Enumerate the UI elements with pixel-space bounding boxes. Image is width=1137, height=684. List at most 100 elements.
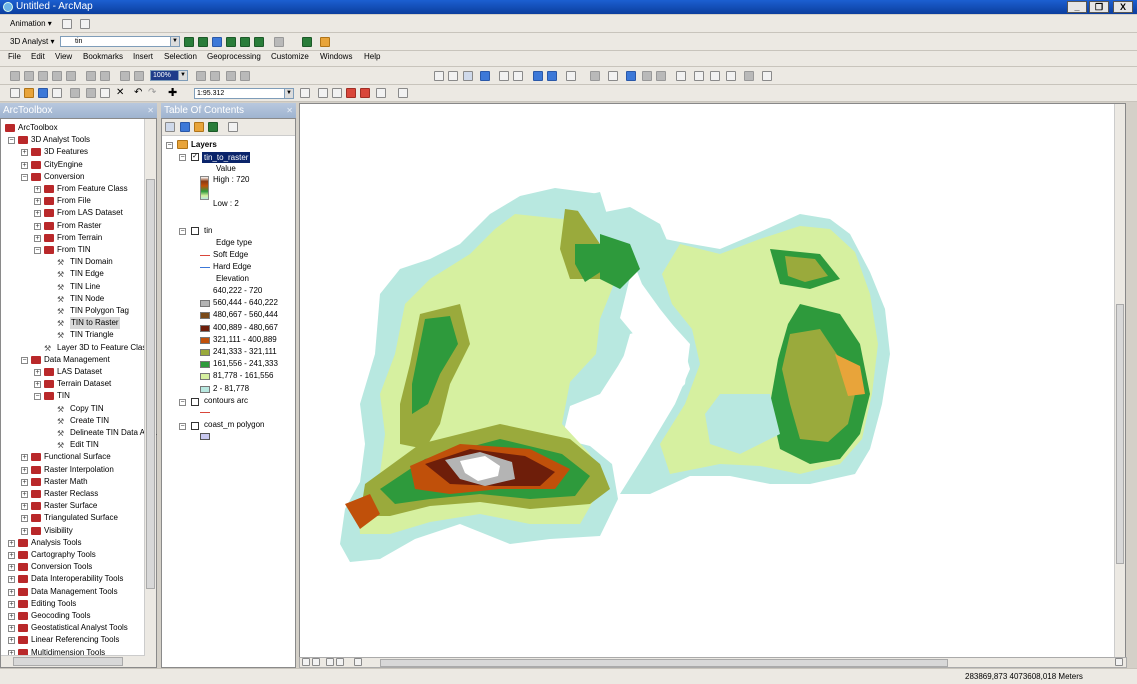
edit-annotation-icon[interactable] <box>38 71 48 81</box>
collapse-toggle[interactable]: − <box>21 356 28 364</box>
toolbox-item[interactable]: + Analysis Tools <box>1 537 145 549</box>
toolbox-item[interactable]: ⚒ TIN Line <box>1 281 145 293</box>
hyperlink-icon[interactable] <box>642 71 652 81</box>
arcscene-icon[interactable] <box>302 37 312 47</box>
3d-layer-select[interactable]: tin ▼ <box>60 36 180 47</box>
layout-zoom-icon[interactable] <box>196 71 206 81</box>
new-document-icon[interactable] <box>10 88 20 98</box>
collapse-toggle[interactable]: − <box>21 173 28 181</box>
close-icon[interactable]: ✕ <box>147 103 154 118</box>
find-icon[interactable] <box>694 71 704 81</box>
attributes-icon[interactable] <box>120 71 130 81</box>
zoom-out-icon[interactable] <box>448 71 458 81</box>
toolbox-item[interactable]: + From File <box>1 195 145 207</box>
menu-help[interactable]: Help <box>364 52 380 61</box>
expand-toggle[interactable]: + <box>8 625 15 633</box>
toolbox-item[interactable]: ⚒ Edit TIN <box>1 439 145 451</box>
expand-toggle[interactable]: + <box>21 515 28 523</box>
menu-windows[interactable]: Windows <box>320 52 352 61</box>
expand-toggle[interactable]: + <box>8 552 15 559</box>
tin-visibility-checkbox[interactable] <box>191 227 199 235</box>
layout-view-icon[interactable] <box>312 658 320 666</box>
toolbox-item[interactable]: + Linear Referencing Tools <box>1 634 145 646</box>
expand-toggle[interactable]: + <box>34 369 41 376</box>
steepest-path-icon[interactable] <box>198 37 208 47</box>
map-hscroll-thumb[interactable] <box>380 659 948 667</box>
toolbox-item[interactable]: + Terrain Dataset <box>1 378 145 390</box>
toolbox-item[interactable]: ⚒ TIN Domain <box>1 256 145 268</box>
profile-graph-icon[interactable] <box>274 37 284 47</box>
rotate-icon[interactable] <box>100 71 110 81</box>
cut-icon[interactable] <box>70 88 80 98</box>
expand-toggle[interactable]: + <box>34 198 41 206</box>
coast-layer-name[interactable]: coast_m polygon <box>204 419 264 431</box>
capture-view-icon[interactable] <box>62 19 72 29</box>
copy-icon[interactable] <box>86 88 96 98</box>
toolbox-item[interactable]: ⚒ Copy TIN <box>1 403 145 415</box>
back-extent-icon[interactable] <box>533 71 543 81</box>
menu-selection[interactable]: Selection <box>164 52 197 61</box>
animation-menu[interactable]: Animation ▾ <box>10 19 52 28</box>
map-view[interactable] <box>299 103 1126 658</box>
collapse-toggle[interactable]: − <box>34 393 41 401</box>
python-window-icon[interactable] <box>376 88 386 98</box>
toolbox-item[interactable]: + Geostatistical Analyst Tools <box>1 622 145 634</box>
toolbox-item[interactable]: + Visibility <box>1 525 145 537</box>
paste-icon[interactable] <box>100 88 110 98</box>
toolbox-item[interactable]: +3D Features <box>1 146 145 158</box>
page-icon[interactable] <box>226 71 236 81</box>
map-vertical-scrollbar[interactable] <box>1114 104 1125 657</box>
zoom-in-icon[interactable] <box>434 71 444 81</box>
toolbox-item[interactable]: − TIN <box>1 390 145 402</box>
toolbox-item[interactable]: + Cartography Tools <box>1 549 145 561</box>
toolbox-item[interactable]: ⚒ TIN Node <box>1 293 145 305</box>
expand-toggle[interactable]: + <box>8 637 15 645</box>
pan-hand-icon[interactable] <box>463 71 473 81</box>
toolbox-item[interactable]: + Data Interoperability Tools <box>1 573 145 585</box>
arctoolbox-window-icon[interactable] <box>360 88 370 98</box>
toolbox-item[interactable]: − From TIN <box>1 244 145 256</box>
toolbox-item[interactable]: + Geocoding Tools <box>1 610 145 622</box>
toolbox-item[interactable]: + Raster Reclass <box>1 488 145 500</box>
toolbox-item[interactable]: + From Feature Class <box>1 183 145 195</box>
delete-icon[interactable]: ✕ <box>116 88 126 98</box>
map-vscroll-thumb[interactable] <box>1116 304 1124 564</box>
collapse-contours-toggle[interactable]: − <box>179 399 186 406</box>
3d-analyst-menu[interactable]: 3D Analyst ▾ <box>10 37 54 46</box>
time-slider-icon[interactable] <box>744 71 754 81</box>
coast-visibility-checkbox[interactable] <box>191 422 199 430</box>
expand-toggle[interactable]: + <box>8 613 15 620</box>
map-scale-select[interactable]: 1:95.312 ▼ <box>194 88 294 99</box>
go-to-xy-icon[interactable] <box>726 71 736 81</box>
zoom-select[interactable]: 100% ▼ <box>150 70 188 81</box>
data-view-icon[interactable] <box>302 658 310 666</box>
toolbox-item[interactable]: ArcToolbox <box>1 122 145 134</box>
toolbox-item[interactable]: ⚒ TIN to Raster <box>1 317 145 330</box>
scroll-right-icon[interactable] <box>1115 658 1123 666</box>
measure-icon[interactable] <box>676 71 686 81</box>
expand-toggle[interactable]: + <box>34 186 41 193</box>
expand-toggle[interactable]: + <box>21 466 28 474</box>
forward-extent-icon[interactable] <box>547 71 557 81</box>
find-route-icon[interactable] <box>710 71 720 81</box>
toolbox-item[interactable]: ⚒ Delineate TIN Data Area <box>1 427 157 439</box>
collapse-raster-toggle[interactable]: − <box>179 154 186 161</box>
expand-toggle[interactable]: + <box>21 478 28 486</box>
toolbox-item[interactable]: + Conversion Tools <box>1 561 145 573</box>
toolbox-item[interactable]: + Functional Surface <box>1 451 145 463</box>
expand-toggle[interactable]: + <box>8 539 15 547</box>
toolbox-item[interactable]: − Conversion <box>1 171 145 183</box>
chevron-down-icon[interactable]: ▼ <box>178 71 187 80</box>
raster-visibility-checkbox[interactable]: ✓ <box>191 153 199 161</box>
search-window-icon[interactable] <box>346 88 356 98</box>
toolbox-item[interactable]: + From Terrain <box>1 232 145 244</box>
menu-customize[interactable]: Customize <box>271 52 309 61</box>
raster-layer-name[interactable]: tin_to_raster <box>202 152 251 163</box>
collapse-layers-toggle[interactable]: − <box>166 142 173 149</box>
list-by-source-icon[interactable] <box>180 122 190 132</box>
toolbox-item[interactable]: + Editing Tools <box>1 598 145 610</box>
toolbox-item[interactable]: ⚒ TIN Edge <box>1 268 145 280</box>
toolbox-item[interactable]: + From LAS Dataset <box>1 207 145 219</box>
menu-view[interactable]: View <box>55 52 72 61</box>
arcglobe-icon[interactable] <box>320 37 330 47</box>
